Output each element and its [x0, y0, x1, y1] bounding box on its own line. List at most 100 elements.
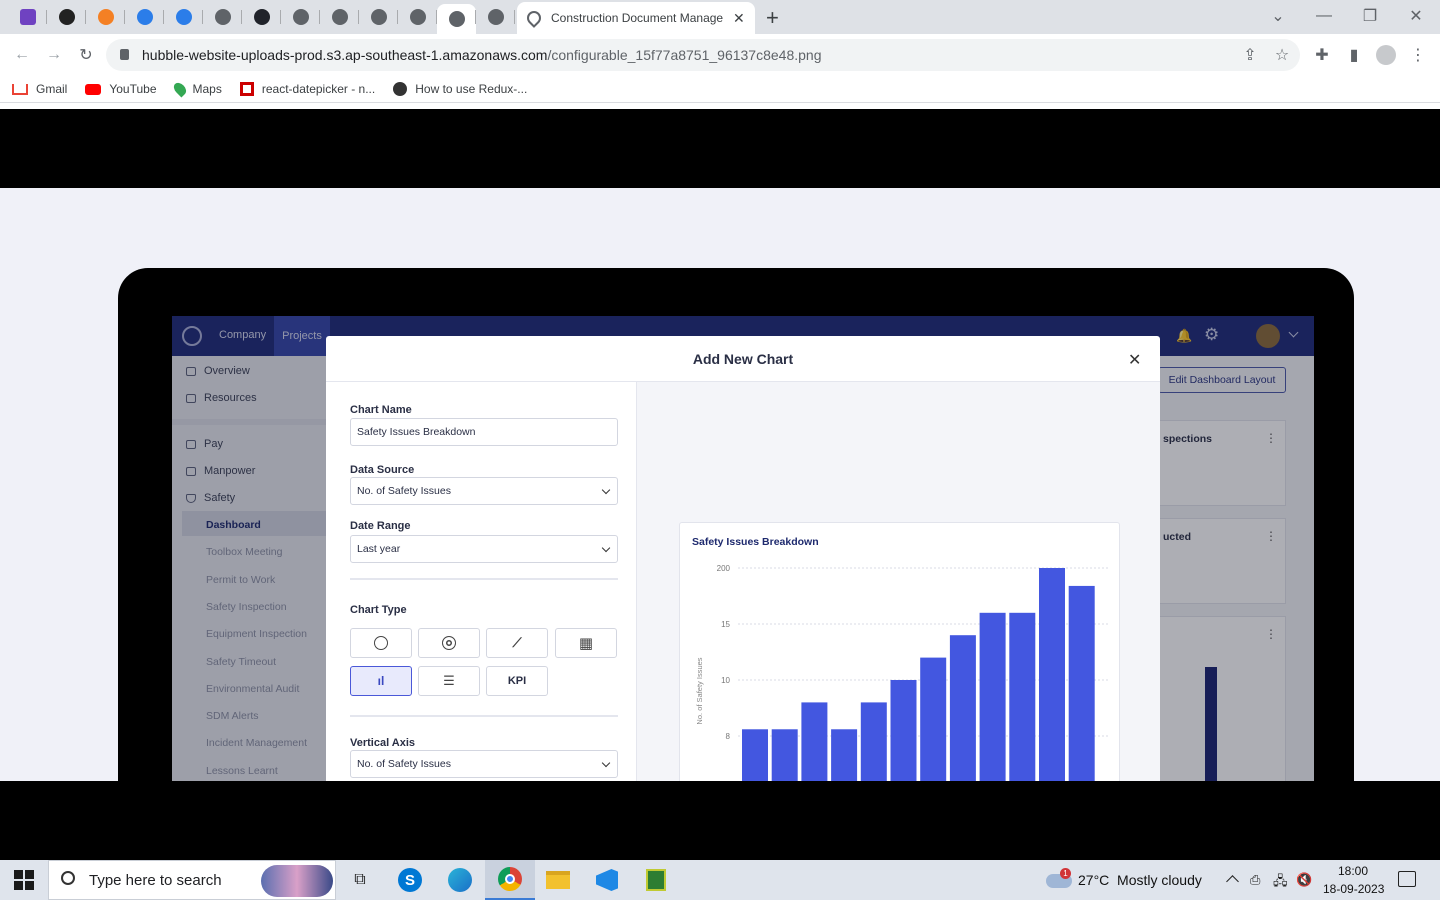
active-tab[interactable]: Construction Document Manage ✕ [517, 2, 755, 34]
vertical-axis-select[interactable]: No. of Safety Issues [350, 750, 618, 778]
weather-text[interactable]: 27°C Mostly cloudy [1078, 872, 1202, 888]
windows-start-icon[interactable] [14, 870, 34, 890]
bookmark-red-icon [239, 82, 254, 96]
browser-tab[interactable] [320, 4, 359, 30]
data-source-select[interactable]: No. of Safety Issues [350, 477, 618, 505]
modal-title: Add New Chart [326, 336, 1160, 382]
search-placeholder: Type here to search [89, 871, 222, 889]
edge-icon[interactable] [446, 866, 474, 894]
notifications-icon[interactable] [1398, 871, 1416, 887]
chart-type-table[interactable]: ▦ [555, 628, 617, 658]
bookmark-maps[interactable]: Maps [171, 80, 222, 98]
restore-window-icon[interactable]: ❐ [1360, 6, 1380, 26]
browser-tab[interactable] [281, 4, 320, 30]
tab-globe-icon [331, 9, 348, 25]
chart-type-pie[interactable] [350, 628, 412, 658]
browser-tab[interactable] [242, 4, 281, 30]
browser-tab[interactable] [47, 4, 86, 30]
sheets-app-icon[interactable] [642, 866, 670, 894]
bookmark-star-icon[interactable]: ☆ [1272, 45, 1292, 65]
new-tab-button[interactable]: + [766, 5, 779, 31]
bookmark-gmail[interactable]: Gmail [12, 82, 67, 96]
minimize-window-icon[interactable]: — [1314, 6, 1334, 26]
bookmark-globe-icon [393, 82, 408, 96]
bar[interactable] [801, 702, 828, 781]
url-host: hubble-website-uploads-prod.s3.ap-southe… [142, 47, 548, 63]
browser-tab[interactable] [203, 4, 242, 30]
chart-name-value: Safety Issues Breakdown [357, 426, 476, 438]
browser-tab[interactable] [437, 4, 476, 34]
clock-time[interactable]: 18:00 [1338, 864, 1368, 878]
pie-chart-icon [374, 636, 388, 650]
chart-config-form: Chart Name Safety Issues Breakdown Data … [326, 382, 637, 781]
bar[interactable] [831, 729, 858, 781]
date-range-value: Last year [357, 543, 401, 555]
divider [350, 578, 618, 580]
profile-avatar-icon[interactable] [1376, 45, 1396, 65]
reload-icon[interactable]: ↻ [76, 45, 96, 65]
chart-type-horizontal-bar[interactable]: ☰ [418, 666, 480, 696]
back-icon[interactable]: ← [12, 45, 32, 65]
file-explorer-icon[interactable] [544, 866, 572, 894]
bar[interactable] [771, 729, 798, 781]
tab-globe-icon [448, 11, 465, 27]
share-icon[interactable]: ⇪ [1240, 45, 1260, 65]
forward-icon[interactable]: → [44, 45, 64, 65]
browser-tab[interactable] [359, 4, 398, 30]
browser-tab[interactable] [86, 4, 125, 30]
chart-type-bar[interactable]: ıl [350, 666, 412, 696]
chrome-icon[interactable] [485, 860, 535, 900]
close-window-icon[interactable]: ✕ [1406, 6, 1426, 26]
bar[interactable] [1068, 585, 1095, 781]
bar[interactable] [860, 702, 887, 781]
bookmark-label: Maps [192, 82, 222, 96]
date-range-select[interactable]: Last year [350, 535, 618, 563]
browser-tab[interactable] [476, 4, 515, 30]
chart-type-line[interactable]: ⟋ [486, 628, 548, 658]
browser-tab[interactable] [125, 4, 164, 30]
network-icon[interactable]: 🖧 [1273, 872, 1288, 894]
side-panel-icon[interactable]: ▮ [1344, 45, 1364, 65]
maps-pin-icon [524, 8, 544, 28]
y-axis-label: No. of Safety Issues [695, 657, 704, 724]
bookmarks-bar: Gmail YouTube Maps react-datepicker - n.… [0, 76, 1440, 103]
extensions-icon[interactable]: ✚ [1312, 45, 1332, 65]
modal-close-button[interactable]: ✕ [1128, 350, 1141, 370]
taskbar-search-box[interactable]: Type here to search [48, 860, 336, 900]
y-tick-label: 10 [721, 676, 730, 685]
bookmark-react-datepicker[interactable]: react-datepicker - n... [239, 82, 375, 96]
skype-icon[interactable]: S [396, 866, 424, 894]
menu-kebab-icon[interactable]: ⋮ [1408, 45, 1428, 65]
bar[interactable] [742, 729, 768, 781]
address-bar[interactable]: hubble-website-uploads-prod.s3.ap-southe… [106, 39, 1300, 71]
browser-tab[interactable] [8, 4, 47, 30]
chart-name-input[interactable]: Safety Issues Breakdown [350, 418, 618, 446]
task-view-icon[interactable]: ⧉ [346, 866, 374, 894]
bookmark-label: YouTube [109, 82, 157, 96]
browser-tab[interactable] [398, 4, 437, 30]
bookmark-redux[interactable]: How to use Redux-... [393, 82, 527, 96]
chart-type-donut[interactable] [418, 628, 480, 658]
horizontal-bar-chart-icon: ☰ [443, 673, 455, 688]
chart-type-kpi[interactable]: KPI [486, 666, 548, 696]
chart-preview-panel: Safety Issues Breakdown 200 15 10 8 No. of S… [637, 382, 1160, 781]
laptop-screen: Company Projects 🔔 ⚙ Overview Resources … [172, 316, 1314, 781]
browser-tab[interactable] [164, 4, 203, 30]
close-tab-icon[interactable]: ✕ [733, 10, 745, 27]
bar[interactable] [979, 612, 1006, 781]
bar[interactable] [1039, 568, 1065, 781]
vscode-icon[interactable] [593, 866, 621, 894]
bar[interactable] [920, 657, 947, 781]
bar-chart: 200 15 10 8 No. of Safety Issues [695, 564, 1108, 781]
weather-badge: 1 [1060, 868, 1071, 879]
clock-date[interactable]: 18-09-2023 [1323, 882, 1384, 896]
volume-muted-icon[interactable]: 🔇 [1296, 872, 1312, 888]
date-range-label: Date Range [350, 520, 411, 532]
lock-icon [120, 49, 129, 60]
bar[interactable] [1009, 612, 1036, 781]
tab-search-icon[interactable]: ⌄ [1268, 6, 1288, 26]
bar[interactable] [949, 635, 976, 781]
bookmark-youtube[interactable]: YouTube [85, 82, 157, 96]
meet-now-icon[interactable]: ⎙ [1250, 872, 1260, 888]
bar[interactable] [890, 680, 917, 781]
